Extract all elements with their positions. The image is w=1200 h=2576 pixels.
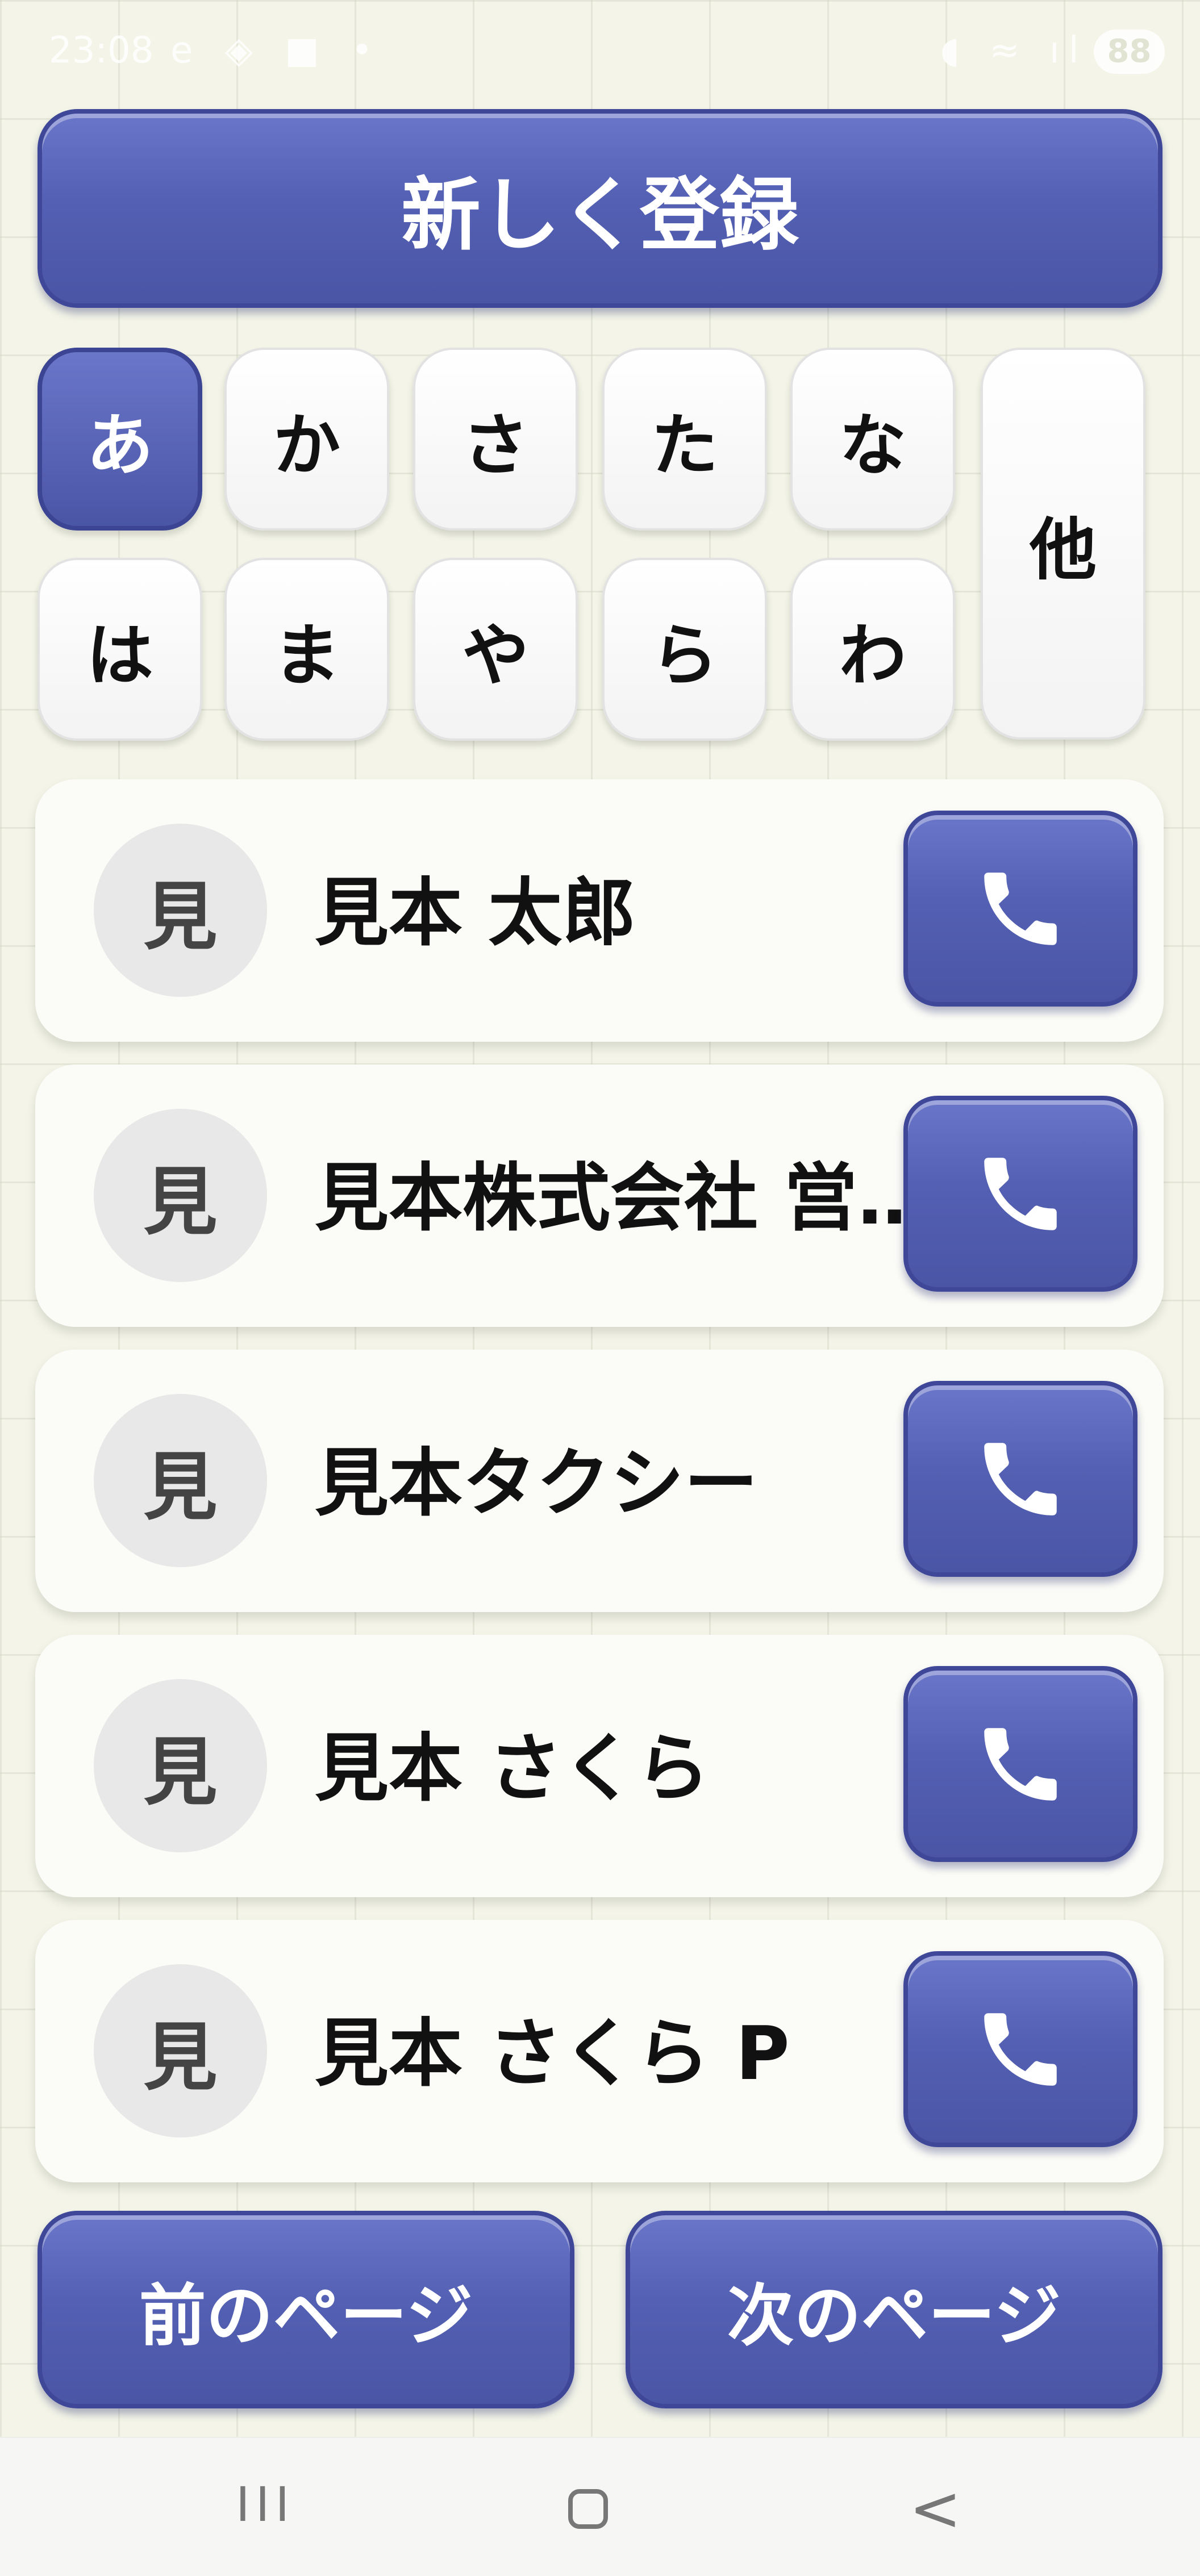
contact-row[interactable]: 見 見本 太郎	[35, 779, 1164, 1042]
phone-icon	[984, 1157, 1057, 1230]
kana-tab-sa[interactable]: さ	[413, 348, 578, 531]
call-button[interactable]	[903, 1381, 1138, 1577]
kana-tab-ma[interactable]: ま	[224, 558, 389, 741]
call-button[interactable]	[903, 811, 1138, 1007]
kana-tab-other[interactable]: 他	[981, 348, 1145, 740]
contact-avatar: 見	[94, 1394, 267, 1567]
phone-icon	[984, 872, 1057, 945]
contact-row[interactable]: 見 見本株式会社 営…	[35, 1064, 1164, 1327]
contact-name: 見本 さくら	[315, 1725, 710, 1811]
contact-name: 見本 さくら P	[315, 2010, 790, 2097]
previous-page-button[interactable]: 前のページ	[38, 2211, 574, 2408]
contact-name: 見本 太郎	[315, 870, 636, 956]
call-button[interactable]	[903, 1666, 1138, 1862]
contact-row[interactable]: 見 見本 さくら	[35, 1635, 1164, 1897]
status-signal-icons: ◖ ≈ ıl	[940, 30, 1088, 72]
kana-tab-ha[interactable]: は	[38, 558, 202, 741]
contact-avatar: 見	[94, 1109, 267, 1282]
phone-icon	[984, 1727, 1057, 1801]
kana-tab-ta[interactable]: た	[602, 348, 767, 531]
phone-icon	[984, 2013, 1057, 2086]
kana-tab-ya[interactable]: や	[413, 558, 578, 741]
status-notification-icons: e ◈ ■ •	[170, 30, 383, 72]
phone-icon	[984, 1442, 1057, 1515]
contact-row[interactable]: 見 見本 さくら P	[35, 1920, 1164, 2182]
status-time: 23:08	[49, 30, 154, 72]
recents-icon[interactable]: III	[236, 2477, 295, 2532]
call-button[interactable]	[903, 1951, 1138, 2147]
kana-tab-na[interactable]: な	[790, 348, 955, 531]
system-navigation-bar: III <	[0, 2437, 1200, 2576]
register-new-button[interactable]: 新しく登録	[38, 109, 1162, 308]
kana-tab-a[interactable]: あ	[38, 348, 202, 531]
next-page-button[interactable]: 次のページ	[626, 2211, 1162, 2408]
call-button[interactable]	[903, 1096, 1138, 1292]
contact-avatar: 見	[94, 1679, 267, 1852]
contact-row[interactable]: 見 見本タクシー	[35, 1350, 1164, 1612]
battery-indicator: 88	[1094, 30, 1165, 74]
contact-name: 見本タクシー	[315, 1440, 759, 1526]
status-bar: 23:08 e ◈ ■ • ◖ ≈ ıl 88	[0, 0, 1200, 108]
contact-name: 見本株式会社 営…	[315, 1155, 932, 1241]
contact-avatar: 見	[94, 1964, 267, 2137]
home-icon[interactable]	[568, 2489, 608, 2529]
kana-tab-ra[interactable]: ら	[602, 558, 767, 741]
contact-avatar: 見	[94, 824, 267, 997]
kana-tab-wa[interactable]: わ	[790, 558, 955, 741]
kana-tab-ka[interactable]: か	[224, 348, 389, 531]
back-icon[interactable]: <	[909, 2472, 961, 2545]
